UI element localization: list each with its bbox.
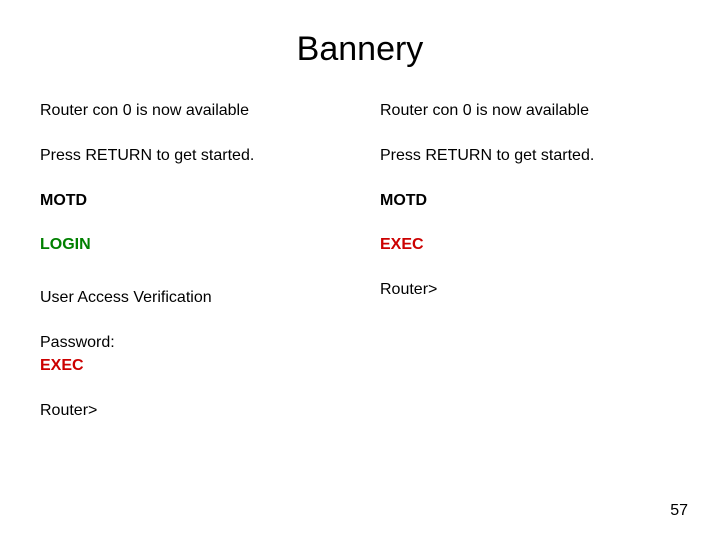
page-number: 57	[670, 502, 688, 520]
right-available-text: Router con 0 is now available	[380, 101, 680, 122]
slide-container: Bannery Router con 0 is now available Pr…	[0, 0, 720, 540]
slide-title: Bannery	[40, 30, 680, 69]
left-password-block: Password: EXEC	[40, 333, 340, 377]
left-motd-label: MOTD	[40, 191, 340, 212]
left-login-label: LOGIN	[40, 235, 340, 256]
spacer	[40, 280, 340, 288]
left-password-label: Password:	[40, 333, 340, 354]
right-router-prompt: Router>	[380, 280, 680, 301]
left-exec-label: EXEC	[40, 356, 340, 377]
right-motd-label: MOTD	[380, 191, 680, 212]
right-exec-label: EXEC	[380, 235, 680, 256]
right-press-return-text: Press RETURN to get started.	[380, 146, 680, 167]
right-column: Router con 0 is now available Press RETU…	[380, 101, 680, 445]
left-available-text: Router con 0 is now available	[40, 101, 340, 122]
columns-wrapper: Router con 0 is now available Press RETU…	[40, 101, 680, 445]
left-press-return-text: Press RETURN to get started.	[40, 146, 340, 167]
left-router-prompt: Router>	[40, 401, 340, 422]
left-column: Router con 0 is now available Press RETU…	[40, 101, 340, 445]
left-user-access-text: User Access Verification	[40, 288, 340, 309]
